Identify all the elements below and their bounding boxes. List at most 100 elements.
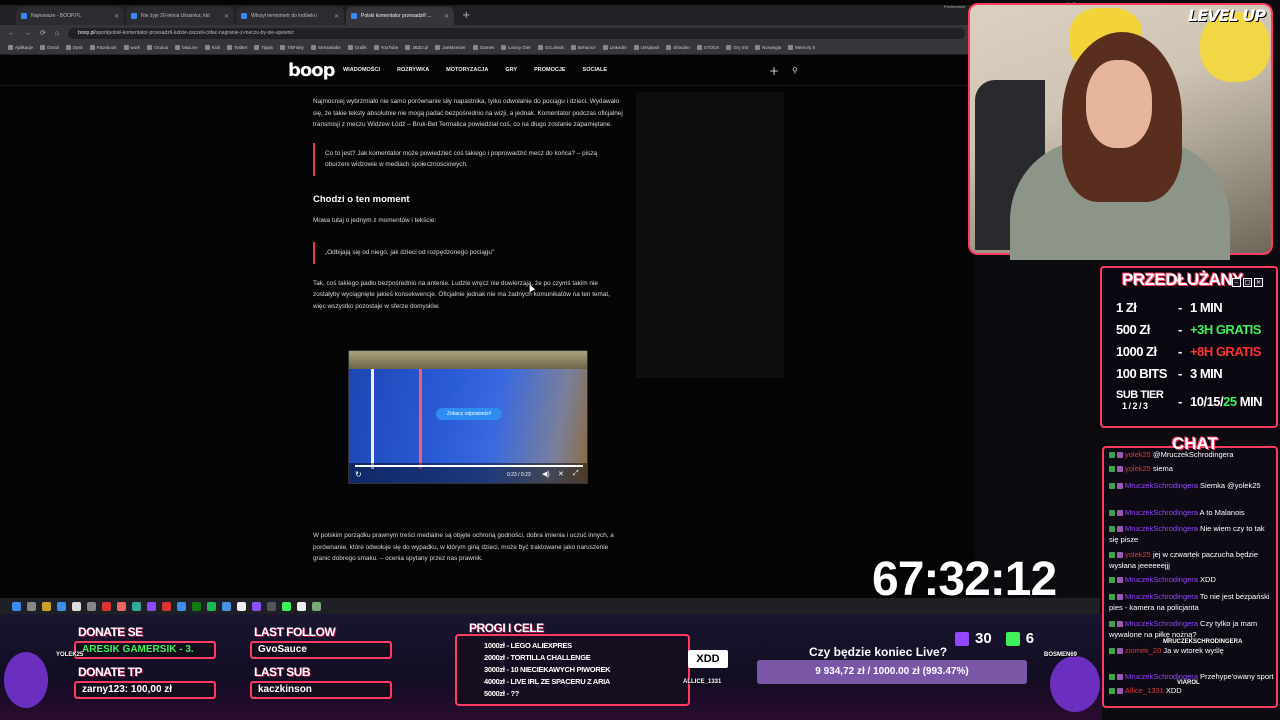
chat-username[interactable]: yolek25	[1125, 464, 1151, 473]
taskbar-app-icon[interactable]	[312, 601, 321, 611]
nav-promocje[interactable]: PROMOCJE	[534, 67, 565, 73]
taskbar-app-icon[interactable]	[222, 601, 231, 611]
taskbar-app-icon[interactable]	[297, 601, 306, 611]
tab-najnowsze[interactable]: Najnowsze - BOOP.PL ✕	[16, 7, 124, 25]
bookmark-item[interactable]: Grafik	[347, 45, 367, 50]
taskbar-app-icon[interactable]	[177, 601, 186, 611]
bookmark-item[interactable]: JoeMonster	[435, 45, 466, 50]
tab-komentator[interactable]: Polski komentator przesadził! ... ✕	[346, 7, 454, 25]
search-icon[interactable]: ⚲	[792, 66, 798, 75]
last-sub-value: kaczkinson	[250, 681, 392, 699]
fullscreen-icon[interactable]: ⤢	[573, 470, 579, 478]
start-icon[interactable]	[12, 601, 21, 611]
bookmark-item[interactable]: Facebook	[89, 45, 117, 50]
chat-username[interactable]: MruczekSchrodingera	[1125, 481, 1198, 490]
chat-username[interactable]: yolek25	[1125, 450, 1151, 459]
nav-sociale[interactable]: SOCIALE	[583, 67, 607, 73]
bookmark-item[interactable]: Behance	[570, 45, 596, 50]
tab-termometr[interactable]: Włożył termometr do lodówki i ✕	[236, 7, 344, 25]
taskbar-app-icon[interactable]	[117, 601, 126, 611]
bookmark-item[interactable]: Streamlabs	[310, 45, 341, 50]
taskbar-app-icon[interactable]	[162, 601, 171, 611]
bookmark-item[interactable]: Memory 5	[788, 45, 815, 50]
bookmark-item[interactable]: Norwegia	[755, 45, 781, 50]
bookmark-item[interactable]: Dysk	[65, 45, 83, 50]
bookmark-label: Dysk	[72, 45, 83, 50]
taskbar-app-icon[interactable]	[267, 601, 276, 611]
nav-wiadomosci[interactable]: WIADOMOŚCI	[343, 67, 380, 73]
bookmark-item[interactable]: YouTube	[373, 45, 398, 50]
goal-item: 3000zł - 10 NIECIEKAWYCH PIWOREK	[484, 665, 611, 674]
chat-username[interactable]: ziomek_20	[1125, 646, 1161, 655]
bookmark-item[interactable]: Aplikacje	[8, 45, 33, 50]
chat-username[interactable]: yolek25	[1125, 550, 1151, 559]
sprite-name: YOLEK25	[56, 652, 84, 658]
bookmark-label: Facebook	[96, 45, 117, 50]
site-logo[interactable]: boop	[288, 60, 336, 81]
nav-motoryzacja[interactable]: MOTORYZACJA	[446, 67, 488, 73]
chat-username[interactable]: MruczekSchrodingera	[1125, 575, 1198, 584]
chat-username[interactable]: MruczekSchrodingera	[1125, 619, 1198, 628]
taskbar-app-icon[interactable]	[207, 601, 216, 611]
nav-rozrywka[interactable]: ROZRYWKA	[397, 67, 429, 73]
bookmark-label: Memory 5	[795, 45, 816, 50]
price-value: 1 MIN	[1190, 300, 1223, 315]
bookmark-item[interactable]: JBZD.pl	[405, 45, 428, 50]
chat-badge-icon	[1109, 674, 1115, 680]
bookmark-item[interactable]: GG.deals	[537, 45, 564, 50]
back-icon[interactable]: ←	[8, 30, 15, 37]
bookmark-icon	[405, 45, 411, 50]
nav-gry[interactable]: GRY	[505, 67, 517, 73]
bookmark-item[interactable]: Oculus	[147, 45, 168, 50]
x-logo-icon[interactable]: ✕	[558, 470, 564, 478]
home-icon[interactable]: ⌂	[55, 30, 59, 37]
taskbar-app-icon[interactable]	[27, 601, 36, 611]
chat-username[interactable]: MruczekSchrodingera	[1125, 592, 1198, 601]
bookmark-item[interactable]: Łowcy Gier	[501, 45, 531, 50]
bookmark-item[interactable]: Twitter	[227, 45, 247, 50]
plus-icon[interactable]: +	[769, 64, 779, 78]
bookmark-item[interactable]: Games	[472, 45, 494, 50]
new-tab-icon[interactable]: +	[462, 7, 470, 25]
video-player[interactable]: Zobacz odpowiedzi! ↻ 0:23 / 0:23 ◀) ✕ ⤢	[348, 350, 588, 484]
taskbar-app-icon[interactable]	[102, 601, 111, 611]
reload-icon[interactable]: ⟳	[40, 29, 46, 37]
volume-icon[interactable]: ◀)	[542, 470, 550, 478]
video-overlay-button[interactable]: Zobacz odpowiedzi!	[436, 408, 502, 420]
bookmark-item[interactable]: Kick	[204, 45, 220, 50]
taskbar-app-icon[interactable]	[192, 601, 201, 611]
bookmark-item[interactable]: bitoLive	[175, 45, 198, 50]
taskbar-app-icon[interactable]	[147, 601, 156, 611]
taskbar-app-icon[interactable]	[42, 601, 51, 611]
bookmark-item[interactable]: Shinden	[666, 45, 690, 50]
bookmark-item[interactable]: Gmail	[40, 45, 59, 50]
bookmark-item[interactable]: Gry tmt	[726, 45, 748, 50]
bookmark-item[interactable]: Unsplash	[633, 45, 659, 50]
taskbar-app-icon[interactable]	[282, 601, 291, 611]
replay-icon[interactable]: ↻	[355, 470, 362, 479]
tab-bar: Najnowsze - BOOP.PL ✕ Nie żyje 26-letnia …	[0, 5, 975, 25]
taskbar-app-icon[interactable]	[57, 601, 66, 611]
tab-ukrainka[interactable]: Nie żyje 26-letnia Ukrainka, któ ✕	[126, 7, 234, 25]
close-icon[interactable]: ✕	[224, 13, 229, 20]
taskbar-app-icon[interactable]	[237, 601, 246, 611]
video-progress[interactable]	[355, 465, 583, 467]
taskbar-app-icon[interactable]	[252, 601, 261, 611]
bookmark-item[interactable]: STOCK	[696, 45, 719, 50]
taskbar-app-icon[interactable]	[132, 601, 141, 611]
close-icon[interactable]: ✕	[114, 13, 119, 20]
price-dash: -	[1178, 344, 1182, 359]
bookmark-item[interactable]: TikFinity	[280, 45, 304, 50]
close-icon[interactable]: ✕	[334, 13, 339, 20]
bookmark-item[interactable]: Tipply	[254, 45, 273, 50]
chat-username[interactable]: MruczekSchrodingera	[1125, 524, 1198, 533]
forward-icon[interactable]: →	[24, 30, 31, 37]
close-icon[interactable]: ✕	[444, 13, 449, 20]
bookmark-item[interactable]: work	[123, 45, 140, 50]
url-field[interactable]: boop.pl/sport/polski-komentator-przesadz…	[68, 27, 965, 39]
chat-username[interactable]: Allice_1331	[1125, 686, 1164, 695]
chat-username[interactable]: MruczekSchrodingera	[1125, 508, 1198, 517]
taskbar-app-icon[interactable]	[72, 601, 81, 611]
taskbar-app-icon[interactable]	[87, 601, 96, 611]
bookmark-item[interactable]: LinkedIn	[602, 45, 627, 50]
